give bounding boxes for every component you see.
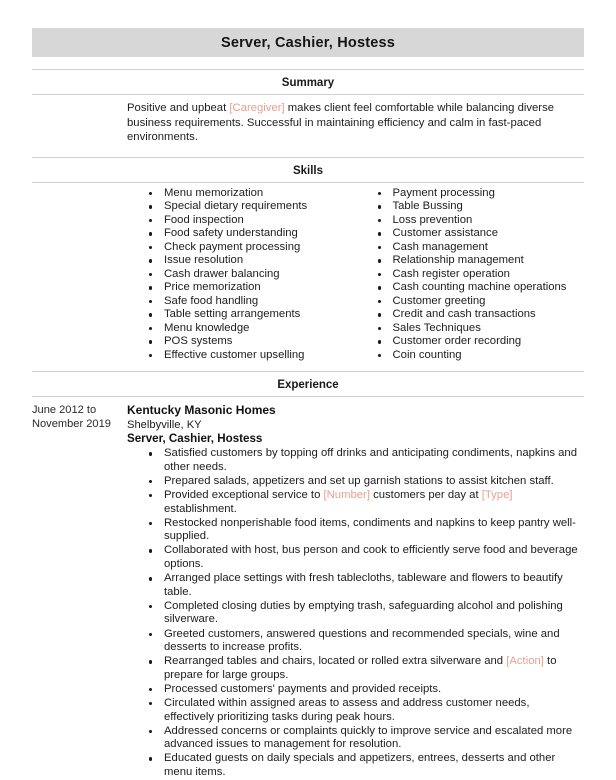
skill-item: Menu memorization [149,187,356,200]
skill-item: Safe food handling [149,295,356,308]
duty-text: customers per day at [369,489,482,502]
employer-name: Kentucky Masonic Homes [127,403,276,418]
experience-entry: June 2012 to November 2019 Kentucky Mason… [32,397,584,780]
summary-text-part-1: Positive and upbeat [127,102,230,114]
skills-column-left: Menu memorization Special dietary require… [127,187,356,363]
skill-item: Menu knowledge [149,322,356,335]
section-title-skills: Skills [292,164,324,177]
skill-item: Customer order recording [377,335,585,348]
resume-page: Server, Cashier, Hostess Summary Positiv… [0,28,616,778]
duty-text: Rearranged tables and chairs, located or… [164,655,507,668]
skill-item: POS systems [149,335,356,348]
summary-block: Positive and upbeat [Caregiver] makes cl… [32,95,584,145]
skill-item: Customer greeting [377,295,585,308]
skill-item: Coin counting [377,349,585,362]
duty-item: Collaborated with host, bus person and c… [149,544,584,571]
duty-item: Prepared salads, appetizers and set up g… [149,475,584,489]
skill-item: Sales Techniques [377,322,585,335]
duty-item: Restocked nonperishable food items, cond… [149,517,584,544]
skill-item: Loss prevention [377,214,585,227]
skill-item: Table Bussing [377,200,585,213]
skill-item: Food safety understanding [149,227,356,240]
duty-item: Processed customers' payments and provid… [149,683,584,697]
summary-text: Positive and upbeat [Caregiver] makes cl… [127,95,584,145]
skill-item: Cash register operation [377,268,585,281]
section-header-skills: Skills [32,156,584,183]
placeholder-caregiver: [Caregiver] [229,102,285,114]
skills-block: Menu memorization Special dietary require… [32,183,584,363]
duty-item: Addressed concerns or complaints quickly… [149,725,584,752]
duty-item: Completed closing duties by emptying tra… [149,600,584,627]
duty-item: Rearranged tables and chairs, located or… [149,655,584,682]
job-title: Server, Cashier, Hostess [127,431,263,445]
skill-item: Food inspection [149,214,356,227]
skill-item: Price memorization [149,281,356,294]
skill-item: Cash drawer balancing [149,268,356,281]
duty-item: Greeted customers, answered questions an… [149,628,584,655]
skill-item: Special dietary requirements [149,200,356,213]
skill-item: Cash counting machine operations [377,281,585,294]
section-title-experience: Experience [277,379,339,392]
placeholder-token: [Action] [506,655,544,668]
skill-item: Table setting arrangements [149,308,356,321]
skill-item: Cash management [377,241,585,254]
duty-item: Educated guests on daily specials and ap… [149,752,584,779]
section-header-summary: Summary [32,69,584,95]
skill-item: Credit and cash transactions [377,308,585,321]
experience-block: June 2012 to November 2019 Kentucky Mason… [0,397,616,780]
placeholder-token: [Number] [323,489,370,502]
skill-item: Issue resolution [149,254,356,267]
placeholder-token: [Type] [481,489,513,502]
duty-item: Provided exceptional service to [Number]… [149,489,584,516]
skill-item: Customer assistance [377,227,585,240]
duty-item: Satisfied customers by topping off drink… [149,447,584,474]
duties-list: Satisfied customers by topping off drink… [127,447,584,779]
skill-item: Check payment processing [149,241,356,254]
employer-location: Shelbyville, KY [127,418,202,431]
experience-details: Kentucky Masonic Homes Shelbyville, KY Ser… [127,403,584,780]
resume-header-band: Server, Cashier, Hostess [32,28,584,57]
page-title: Server, Cashier, Hostess [220,34,396,51]
skills-column-right: Payment processing Table Bussing Loss prev… [356,187,585,363]
skill-item: Effective customer upselling [149,349,356,362]
skill-item: Relationship management [377,254,585,267]
duty-text: establishment. [164,502,237,515]
skills-list-left: Menu memorization Special dietary require… [127,187,356,362]
duty-item: Arranged place settings with fresh table… [149,572,584,599]
duty-text: Provided exceptional service to [164,489,324,502]
duty-item: Circulated within assigned areas to asse… [149,697,584,724]
skills-list-right: Payment processing Table Bussing Loss prev… [356,187,585,362]
section-header-experience: Experience [32,371,584,398]
section-title-summary: Summary [281,77,335,89]
experience-dates: June 2012 to November 2019 [32,404,111,431]
skill-item: Payment processing [377,187,585,200]
